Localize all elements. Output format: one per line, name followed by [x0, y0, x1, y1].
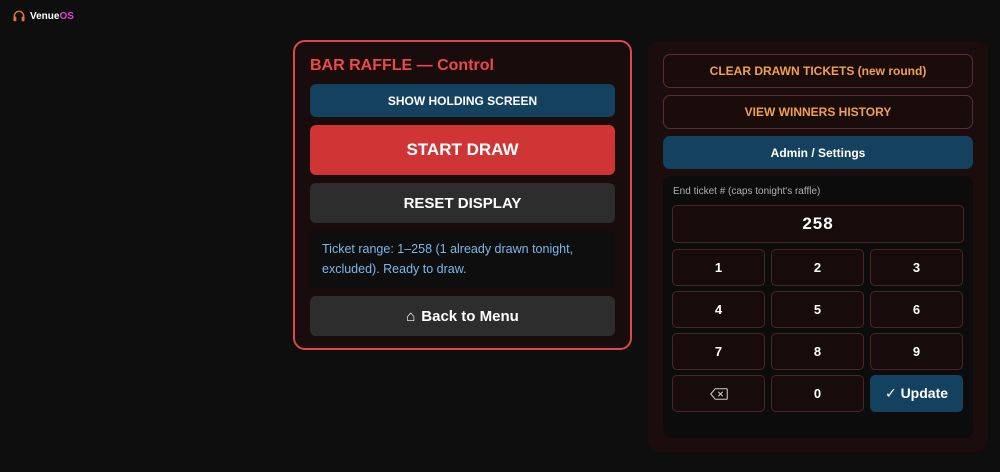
admin-settings-button[interactable]: Admin / Settings — [663, 136, 973, 169]
logo-text-os: OS — [59, 10, 74, 22]
keypad-key-6[interactable]: 6 — [870, 291, 963, 328]
keypad-key-7[interactable]: 7 — [672, 333, 765, 370]
view-winners-history-button[interactable]: VIEW WINNERS HISTORY — [663, 95, 973, 129]
show-holding-screen-button[interactable]: SHOW HOLDING SCREEN — [310, 84, 615, 117]
status-message: Ticket range: 1–258 (1 already drawn ton… — [310, 231, 615, 288]
start-draw-button[interactable]: START DRAW — [310, 125, 615, 175]
keypad-key-9[interactable]: 9 — [870, 333, 963, 370]
keypad-grid: 1 2 3 4 5 6 7 8 9 0 ✓ Update — [672, 249, 964, 412]
app-logo: VenueOS — [12, 9, 74, 23]
clear-drawn-tickets-button[interactable]: CLEAR DRAWN TICKETS (new round) — [663, 54, 973, 88]
logo-text-venue: Venue — [30, 10, 60, 22]
update-button[interactable]: ✓ Update — [870, 375, 963, 412]
keypad-key-2[interactable]: 2 — [771, 249, 864, 286]
admin-panel: CLEAR DRAWN TICKETS (new round) VIEW WIN… — [648, 41, 988, 452]
panel-title: BAR RAFFLE — Control — [310, 57, 494, 74]
keypad-key-0[interactable]: 0 — [771, 375, 864, 412]
reset-display-button[interactable]: RESET DISPLAY — [310, 183, 615, 223]
backspace-icon — [709, 387, 728, 400]
back-to-menu-label: Back to Menu — [421, 307, 519, 325]
back-to-menu-button[interactable]: ⌂ Back to Menu — [310, 296, 615, 336]
keypad-label: End ticket # (caps tonight's raffle) — [673, 186, 821, 197]
keypad-key-8[interactable]: 8 — [771, 333, 864, 370]
keypad-key-4[interactable]: 4 — [672, 291, 765, 328]
headphones-icon — [13, 10, 25, 22]
home-icon: ⌂ — [406, 307, 416, 325]
keypad-backspace-button[interactable] — [672, 375, 765, 412]
keypad-key-3[interactable]: 3 — [870, 249, 963, 286]
end-ticket-field[interactable]: 258 — [672, 205, 964, 243]
raffle-control-panel: BAR RAFFLE — Control SHOW HOLDING SCREEN… — [293, 40, 632, 350]
keypad-key-5[interactable]: 5 — [771, 291, 864, 328]
keypad-key-1[interactable]: 1 — [672, 249, 765, 286]
end-ticket-keypad: End ticket # (caps tonight's raffle) 258… — [663, 176, 973, 438]
